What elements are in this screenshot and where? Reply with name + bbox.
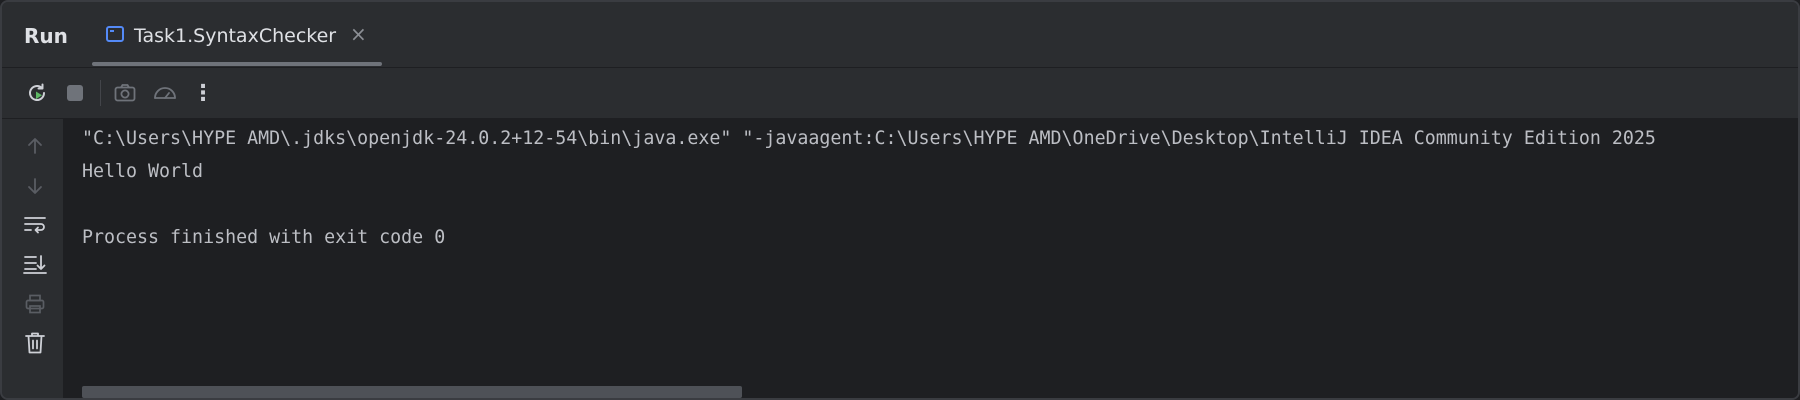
print-icon[interactable] xyxy=(20,289,50,319)
console-line-output: Hello World xyxy=(82,161,204,182)
arrow-up-icon[interactable] xyxy=(20,131,50,161)
tab-task1-syntaxchecker[interactable]: Task1.SyntaxChecker × xyxy=(92,2,382,66)
profiler-icon[interactable] xyxy=(150,78,180,108)
console-icon xyxy=(106,26,124,42)
run-toolbar: ⋮ xyxy=(2,68,1798,119)
soft-wrap-icon[interactable] xyxy=(20,210,50,240)
camera-icon[interactable] xyxy=(110,78,140,108)
run-title: Run xyxy=(24,24,68,48)
console-output[interactable]: "C:\Users\HYPE AMD\.jdks\openjdk-24.0.2+… xyxy=(64,119,1798,398)
console-line-exit: Process finished with exit code 0 xyxy=(82,227,446,248)
tab-active-indicator xyxy=(92,62,382,66)
scroll-to-end-icon[interactable] xyxy=(20,249,50,279)
arrow-down-icon[interactable] xyxy=(20,171,50,201)
run-header: Run Task1.SyntaxChecker × xyxy=(2,2,1798,68)
toolbar-separator xyxy=(100,80,101,106)
rerun-icon[interactable] xyxy=(22,78,52,108)
horizontal-scrollbar[interactable] xyxy=(82,386,742,398)
close-icon[interactable]: × xyxy=(350,23,367,45)
trash-icon[interactable] xyxy=(20,328,50,358)
tab-label: Task1.SyntaxChecker xyxy=(134,25,337,47)
more-icon[interactable]: ⋮ xyxy=(188,78,218,108)
console-line-command: "C:\Users\HYPE AMD\.jdks\openjdk-24.0.2+… xyxy=(82,128,1656,149)
stop-icon[interactable] xyxy=(60,78,90,108)
run-tool-window: Run Task1.SyntaxChecker × ⋮ "C:\Users\HY… xyxy=(0,0,1800,400)
console-sidebar xyxy=(2,119,64,398)
